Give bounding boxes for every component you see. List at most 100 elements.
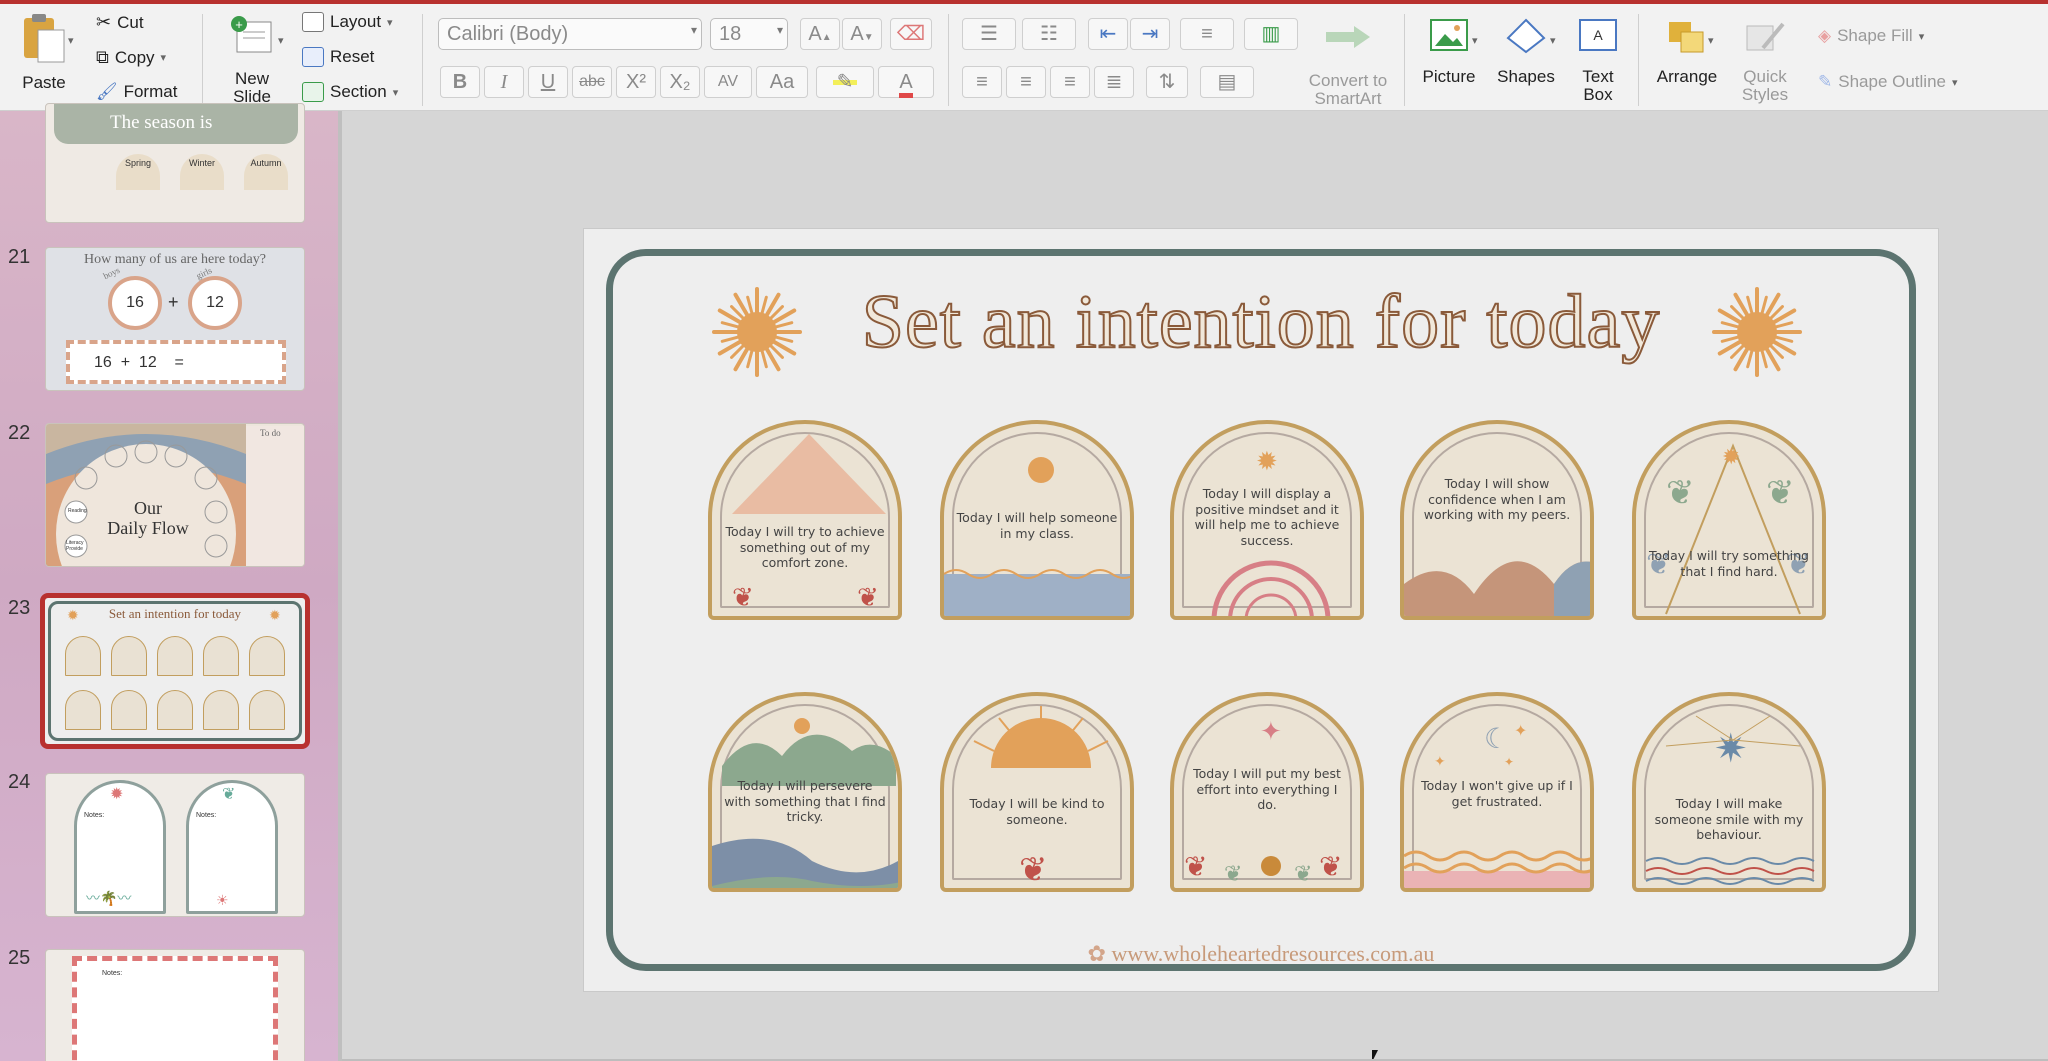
svg-text:✹: ✹ bbox=[1722, 444, 1740, 469]
align-right-button[interactable]: ≡ bbox=[1050, 66, 1090, 98]
reset-button[interactable]: Reset bbox=[302, 47, 374, 67]
cut-button[interactable]: ✂ Cut bbox=[96, 12, 144, 33]
align-text-button[interactable]: ▤ bbox=[1200, 66, 1254, 98]
align-left-button[interactable]: ≡ bbox=[962, 66, 1002, 98]
superscript-button[interactable]: X² bbox=[616, 66, 656, 98]
intention-card[interactable]: Today I will persevere with something th… bbox=[708, 692, 902, 892]
slide-footer-url[interactable]: ✿ www.wholeheartedresources.com.au bbox=[584, 941, 1938, 967]
slide-title[interactable]: Set an intention for today bbox=[584, 279, 1938, 366]
cut-label: Cut bbox=[117, 12, 144, 32]
text-direction-button[interactable]: ⇅ bbox=[1146, 66, 1188, 98]
paste-label: Paste bbox=[22, 73, 66, 92]
shape-fill-button[interactable]: ◈ Shape Fill ▾ bbox=[1818, 26, 1924, 46]
quick-styles-icon bbox=[1746, 22, 1785, 51]
italic-button[interactable]: I bbox=[484, 66, 524, 98]
change-case-button[interactable]: Aa bbox=[756, 66, 808, 98]
text-box-label: Text Box bbox=[1582, 67, 1614, 104]
shrink-font-button[interactable]: A▼ bbox=[842, 18, 882, 50]
character-spacing-button[interactable]: AV bbox=[704, 66, 752, 98]
slide-number: 25 bbox=[8, 947, 31, 969]
thumb-title: The season is bbox=[110, 112, 213, 133]
intention-card[interactable]: ✦ ❦ ❦ ❦ ❦ Today I will put my best effort int… bbox=[1170, 692, 1364, 892]
new-slide-button[interactable]: + New Slide bbox=[214, 14, 290, 106]
thumb-label: Reading bbox=[68, 508, 87, 514]
paste-dropdown-chevron-icon[interactable]: ▾ bbox=[68, 34, 74, 47]
increase-indent-button[interactable]: ⇥ bbox=[1130, 18, 1170, 50]
intention-card[interactable]: ✹ Today I will display a positive mindset… bbox=[1170, 420, 1364, 620]
sun-icon: ✹ bbox=[269, 607, 281, 623]
slide-thumbnail-24[interactable]: ✹ ❦ Notes: Notes: 〰🌴〰 ☀ bbox=[45, 773, 305, 917]
picture-button[interactable]: Picture bbox=[1418, 18, 1480, 86]
font-size-combobox[interactable]: 18 ▾ bbox=[710, 18, 788, 50]
font-name-combobox[interactable]: Calibri (Body) ▾ bbox=[438, 18, 702, 50]
thumb-value: 12 bbox=[188, 276, 242, 330]
shape-outline-button[interactable]: ✎ Shape Outline ▾ bbox=[1818, 72, 1958, 92]
card-text: Today I will persevere with something th… bbox=[724, 778, 886, 824]
picture-icon bbox=[1430, 19, 1468, 51]
slide-thumbnail-25[interactable]: Notes: bbox=[45, 949, 305, 1061]
slide-thumbnail-22[interactable]: To do Our Daily Flow Reading Literacy Pr… bbox=[45, 423, 305, 567]
slide-thumbnail-20[interactable]: The season is Spring Winter Autumn bbox=[45, 103, 305, 223]
intention-card[interactable]: Today I will show confidence when I am w… bbox=[1400, 420, 1594, 620]
change-case-label: Aa bbox=[769, 71, 795, 93]
card-text: Today I will be kind to someone. bbox=[969, 796, 1105, 827]
new-slide-label: New Slide bbox=[233, 69, 271, 106]
thumb-label: Literacy Provide bbox=[66, 540, 84, 552]
intention-card[interactable]: ✷ Today I will make someone smile with my… bbox=[1632, 692, 1826, 892]
new-slide-dropdown-chevron-icon[interactable]: ▾ bbox=[278, 34, 284, 47]
intention-card[interactable]: Today I will help someone in my class. bbox=[940, 420, 1134, 620]
svg-text:❦: ❦ bbox=[1766, 474, 1795, 512]
justify-button[interactable]: ≣ bbox=[1094, 66, 1134, 98]
line-spacing-button[interactable]: ≡ bbox=[1180, 18, 1234, 50]
section-button[interactable]: Section ▾ bbox=[302, 82, 398, 102]
columns-icon: ▥ bbox=[1261, 23, 1281, 45]
thumb-title: Set an intention for today bbox=[108, 606, 242, 621]
text-box-button[interactable]: A Text Box bbox=[1568, 18, 1628, 104]
shapes-button[interactable]: Shapes bbox=[1496, 18, 1556, 86]
picture-dropdown-chevron-icon[interactable]: ▾ bbox=[1472, 34, 1478, 47]
align-text-icon: ▤ bbox=[1217, 71, 1237, 93]
intention-card[interactable]: ❦ ❦ Today I will try to achieve something … bbox=[708, 420, 902, 620]
thumb-sum: 16 + 12 = bbox=[66, 340, 286, 384]
grow-font-button[interactable]: A▲ bbox=[800, 18, 840, 50]
font-color-button[interactable]: A bbox=[878, 66, 934, 98]
panel-splitter[interactable] bbox=[338, 111, 342, 1061]
slide-canvas[interactable]: Set an intention for today ❦ ❦ Today I wil… bbox=[584, 229, 1938, 991]
bold-button[interactable]: B bbox=[440, 66, 480, 98]
paste-button[interactable]: Paste bbox=[12, 12, 76, 92]
reset-icon bbox=[302, 47, 324, 67]
decrease-indent-button[interactable]: ⇤ bbox=[1088, 18, 1128, 50]
clear-formatting-button[interactable]: ⌫ bbox=[890, 18, 932, 50]
arrange-button[interactable]: Arrange bbox=[1652, 18, 1722, 86]
columns-button[interactable]: ▥ bbox=[1244, 18, 1298, 50]
arrow-down-icon: ▼ bbox=[863, 32, 874, 43]
numbering-button[interactable]: ☷ bbox=[1022, 18, 1076, 50]
clipboard-icon bbox=[24, 14, 65, 63]
align-center-button[interactable]: ≡ bbox=[1006, 66, 1046, 98]
convert-to-smartart-button[interactable]: Convert to SmartArt bbox=[1300, 18, 1396, 108]
format-painter-button[interactable]: 🖌 Format bbox=[96, 82, 177, 102]
bullets-button[interactable]: ☰ bbox=[962, 18, 1016, 50]
layout-button[interactable]: Layout ▾ bbox=[302, 12, 393, 32]
strikethrough-button[interactable]: abc bbox=[572, 66, 612, 98]
font-size-value: 18 bbox=[719, 23, 742, 45]
intention-card[interactable]: ❦ Today I will be kind to someone. bbox=[940, 692, 1134, 892]
shapes-dropdown-chevron-icon[interactable]: ▾ bbox=[1550, 34, 1556, 47]
copy-button[interactable]: ⧉ Copy ▾ bbox=[96, 47, 166, 68]
intention-card[interactable]: ☾ ✦ ✦ ✦ Today I won't give up if I get frust… bbox=[1400, 692, 1594, 892]
highlight-button[interactable]: ✎ bbox=[816, 66, 874, 98]
svg-text:❦: ❦ bbox=[732, 582, 754, 612]
arrow-up-icon: ▲ bbox=[821, 32, 832, 43]
slide-thumbnail-23[interactable]: Set an intention for today ✹ ✹ bbox=[40, 593, 310, 749]
arrange-dropdown-chevron-icon[interactable]: ▾ bbox=[1708, 34, 1714, 47]
intention-card[interactable]: ✹ ❦ ❦ ❦ ❦ Today I will try something that I f… bbox=[1632, 420, 1826, 620]
picture-label: Picture bbox=[1422, 67, 1476, 86]
svg-text:✦: ✦ bbox=[1260, 716, 1282, 746]
underline-label: U bbox=[540, 71, 556, 93]
slide-thumbnail-21[interactable]: How many of us are here today? boys girl… bbox=[45, 247, 305, 391]
svg-text:❦: ❦ bbox=[1294, 861, 1312, 886]
underline-button[interactable]: U bbox=[528, 66, 568, 98]
subscript-button[interactable]: X₂ bbox=[660, 66, 700, 98]
card-text: Today I will help someone in my class. bbox=[956, 510, 1118, 541]
quick-styles-button[interactable]: Quick Styles bbox=[1730, 18, 1800, 104]
